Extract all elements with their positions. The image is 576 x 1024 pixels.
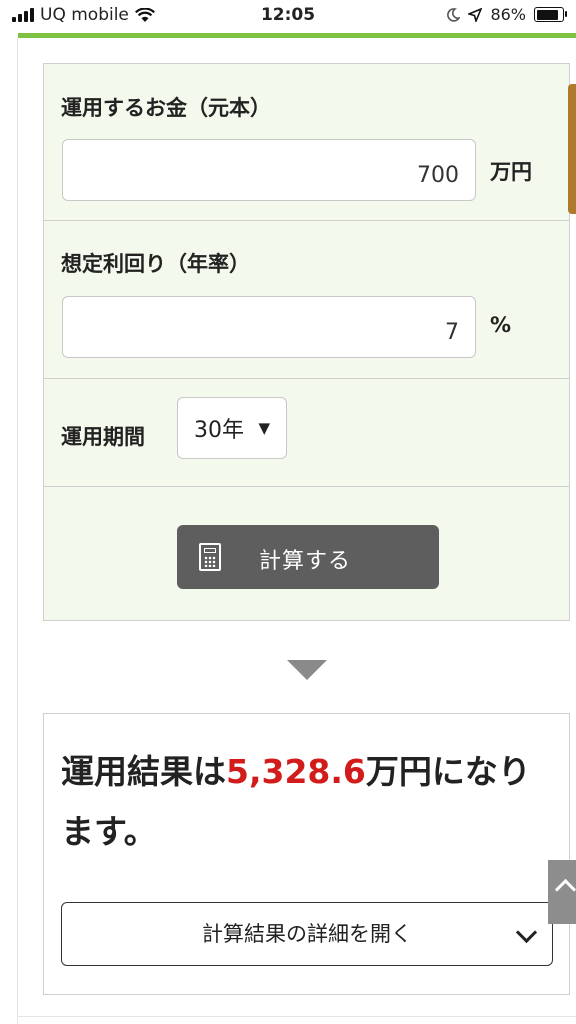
result-panel: 運用結果は5,328.6万円になります。 計算結果の詳細を開く: [43, 713, 570, 995]
battery-icon: [534, 7, 567, 22]
principal-input[interactable]: [62, 139, 476, 201]
calculate-button[interactable]: 計算する: [177, 525, 439, 589]
result-text: 運用結果は5,328.6万円になります。: [61, 742, 551, 862]
header-accent-line: [18, 33, 576, 38]
battery-percent: 86%: [490, 5, 526, 24]
status-bar: UQ mobile 12:05 86%: [0, 0, 576, 32]
result-value: 5,328.6: [226, 752, 366, 791]
calculator-icon: [199, 543, 221, 571]
rate-section: 想定利回り（年率） %: [44, 221, 569, 379]
rate-unit: %: [490, 313, 512, 337]
principal-section: 運用するお金（元本） 万円: [44, 64, 569, 221]
principal-label: 運用するお金（元本）: [61, 96, 271, 120]
back-to-top-button[interactable]: [548, 860, 576, 924]
result-prefix: 運用結果は: [61, 752, 226, 791]
battery-level: [536, 9, 558, 20]
rate-label: 想定利回り（年率）: [61, 252, 250, 276]
period-select-value: 30年: [194, 418, 244, 443]
scroll-indicator[interactable]: [568, 84, 576, 214]
location-arrow-icon: [468, 7, 483, 22]
period-select[interactable]: 30年 ▼: [177, 397, 287, 459]
page-border: [17, 38, 18, 1024]
chevron-up-icon: [554, 878, 576, 901]
status-right: 86%: [446, 5, 567, 24]
period-label: 運用期間: [61, 425, 145, 449]
open-details-button[interactable]: 計算結果の詳細を開く: [61, 902, 553, 966]
caret-down-icon: ▼: [258, 419, 270, 437]
period-section: 運用期間 30年 ▼: [44, 379, 569, 487]
bottom-divider: [18, 1016, 576, 1017]
calculator-form: 運用するお金（元本） 万円 想定利回り（年率） % 運用期間 30年 ▼ 計算す…: [43, 63, 570, 621]
rate-input[interactable]: [62, 296, 476, 358]
triangle-down-icon: [287, 660, 327, 680]
moon-icon: [447, 7, 461, 22]
calculate-button-label: 計算する: [259, 549, 352, 574]
chevron-down-icon: [515, 921, 538, 944]
principal-unit: 万円: [490, 160, 532, 184]
open-details-label: 計算結果の詳細を開く: [202, 922, 412, 946]
